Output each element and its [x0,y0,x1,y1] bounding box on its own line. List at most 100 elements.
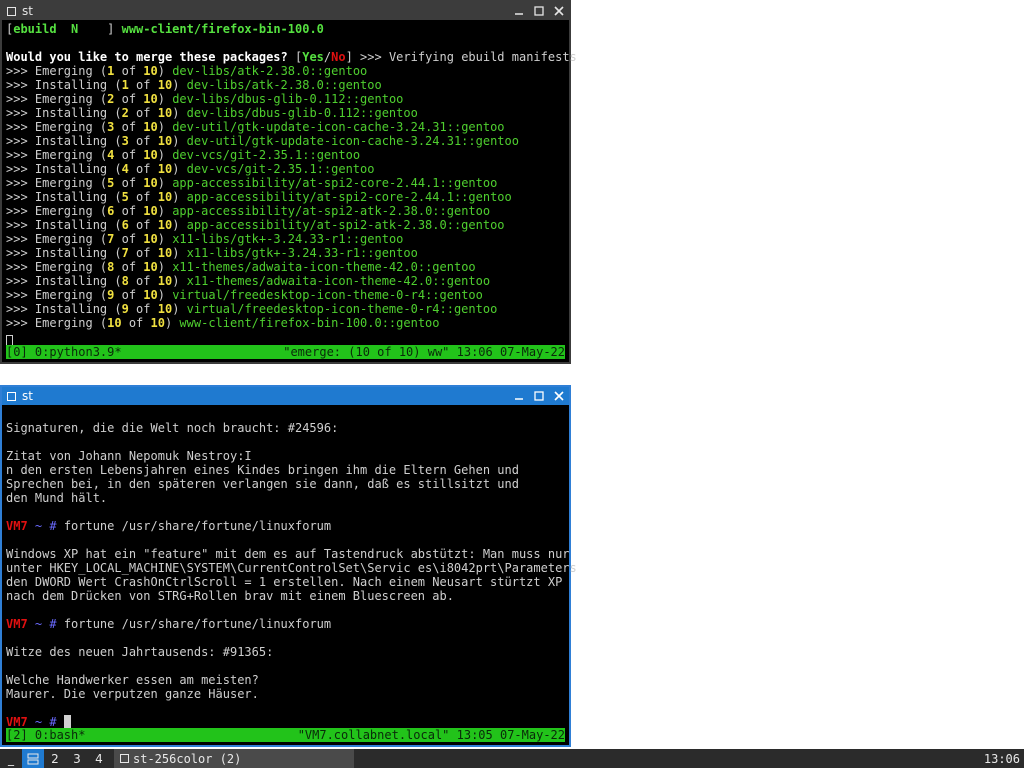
tmux-status-bar: [2] 0:bash* "VM7.collabnet.local" 13:05 … [6,728,565,742]
terminal-line: >>> Installing (2 of 10) dev-libs/dbus-g… [6,106,565,120]
terminal-text: of [128,302,158,316]
minimize-button[interactable] [509,2,529,20]
terminal-line: VM7 ~ # [6,715,565,729]
terminal-text: No [331,50,346,64]
terminal-text: >>> Emerging ( [6,120,108,134]
terminal-text: 5 [121,190,129,204]
terminal-text: >>> Emerging ( [6,64,108,78]
terminal-window-bash[interactable]: st Signaturen, die die Welt noch braucht… [0,385,577,747]
maximize-button[interactable] [529,2,549,20]
workspace-3[interactable]: 3 [66,749,88,768]
terminal-text: 10 [157,134,173,148]
terminal-text: >>> Emerging ( [6,288,108,302]
terminal-text: Witze des neuen Jahrtausends: #91365: [6,645,274,659]
terminal-text: ) [172,218,187,232]
terminal-text: ) [157,176,173,190]
terminal-text: nach dem Drücken von STRG+Rollen brav mi… [6,589,454,603]
minimize-button[interactable] [509,387,529,405]
window-titlebar[interactable]: st [2,387,569,405]
terminal-text: www-client/firefox-bin-100.0::gentoo [179,316,440,330]
workspace-1[interactable] [22,749,44,768]
terminal-line: n den ersten Lebensjahren eines Kindes b… [6,463,565,477]
terminal-text: ~ # [27,715,64,729]
terminal-window-emerge[interactable]: st [ebuild N ] www-client/firefox-bin-10… [0,0,577,364]
terminal-text: ) [172,106,187,120]
taskbar-task-st[interactable]: st-256color (2) [114,749,354,768]
terminal-text: ) [172,190,187,204]
terminal-text: VM7 [6,715,28,729]
menu-button[interactable]: _ [0,749,22,768]
terminal-text: 10 [143,92,158,106]
terminal-text: app-accessibility/at-spi2-core-2.44.1::g… [172,176,498,190]
terminal-text: virtual/freedesktop-icon-theme-0-r4::gen… [186,302,498,316]
terminal-text: 10 [157,274,173,288]
terminal-text: dev-libs/atk-2.38.0::gentoo [172,64,368,78]
workspace-2[interactable]: 2 [44,749,66,768]
terminal-line: Windows XP hat ein "feature" mit dem es … [6,547,570,561]
terminal-line: >>> Emerging (10 of 10) www-client/firef… [6,316,565,330]
workspace-4[interactable]: 4 [88,749,110,768]
cursor-line [6,330,13,347]
terminal-line: >>> Emerging (6 of 10) app-accessibility… [6,204,565,218]
terminal-text: ) [172,162,187,176]
terminal-line: >>> Emerging (8 of 10) x11-themes/adwait… [6,260,565,274]
terminal-text: x11-libs/gtk+-3.24.33-r1::gentoo [172,232,404,246]
terminal-line: >>> Emerging (4 of 10) dev-vcs/git-2.35.… [6,148,565,162]
terminal-text: 9 [121,302,129,316]
task-label: st-256color (2) [133,751,242,766]
terminal-text: >>> Emerging ( [6,260,108,274]
terminal-output[interactable]: Signaturen, die die Welt noch braucht: #… [6,407,577,729]
maximize-icon [534,6,544,16]
terminal-text: 10 [143,204,158,218]
terminal-text: 10 [107,316,122,330]
terminal-text: den Mund hält. [6,491,108,505]
terminal-text: 2 [121,106,129,120]
terminal-text: ebuild N [13,22,108,36]
terminal-text: dev-vcs/git-2.35.1::gentoo [172,148,361,162]
terminal-text: of [121,316,151,330]
terminal-line: >>> Installing (9 of 10) virtual/freedes… [6,302,565,316]
terminal-text: of [114,92,144,106]
minimize-icon [515,398,523,400]
terminal-text: ] [107,22,122,36]
window-titlebar[interactable]: st [2,2,569,20]
window-icon [7,391,16,401]
terminal-text: app-accessibility/at-spi2-atk-2.38.0::ge… [172,204,491,218]
terminal-text: of [114,120,144,134]
terminal-text: den DWORD Wert CrashOnCtrlScroll = 1 ers… [6,575,563,589]
terminal-text: 10 [157,218,173,232]
terminal-text: Zitat von Johann Nepomuk Nestroy:I [6,449,252,463]
terminal-line: Zitat von Johann Nepomuk Nestroy:I [6,449,565,463]
terminal-line: den Mund hält. [6,491,565,505]
terminal-text: 10 [157,246,173,260]
terminal-line: >>> Emerging (2 of 10) dev-libs/dbus-gli… [6,92,565,106]
terminal-line: Would you like to merge these packages? … [6,50,577,64]
close-button[interactable] [549,387,569,405]
terminal-line: Witze des neuen Jahrtausends: #91365: [6,645,565,659]
status-right: "VM7.collabnet.local" 13:05 07-May-22 [297,728,565,742]
terminal-text: app-accessibility/at-spi2-atk-2.38.0::ge… [186,218,505,232]
terminal-text: x11-themes/adwaita-icon-theme-42.0::gent… [186,274,491,288]
terminal-cursor [63,715,71,728]
status-left: [0] 0:python3.9* [6,345,122,359]
terminal-text: x11-themes/adwaita-icon-theme-42.0::gent… [172,260,476,274]
terminal-text: of [128,78,158,92]
terminal-text: app-accessibility/at-spi2-core-2.44.1::g… [186,190,512,204]
terminal-text: ) [172,134,187,148]
terminal-text: x11-libs/gtk+-3.24.33-r1::gentoo [186,246,418,260]
terminal-text: ) [172,246,187,260]
terminal-line: >>> Installing (5 of 10) app-accessibili… [6,190,565,204]
terminal-text: of [128,246,158,260]
terminal-text: >>> Installing ( [6,274,122,288]
maximize-button[interactable] [529,387,549,405]
terminal-output[interactable]: [ebuild N ] www-client/firefox-bin-100.0… [6,22,577,330]
close-button[interactable] [549,2,569,20]
terminal-text: ) [157,92,173,106]
terminal-text: >>> Installing ( [6,302,122,316]
terminal-text: virtual/freedesktop-icon-theme-0-r4::gen… [172,288,483,302]
terminal-text: 10 [150,316,165,330]
